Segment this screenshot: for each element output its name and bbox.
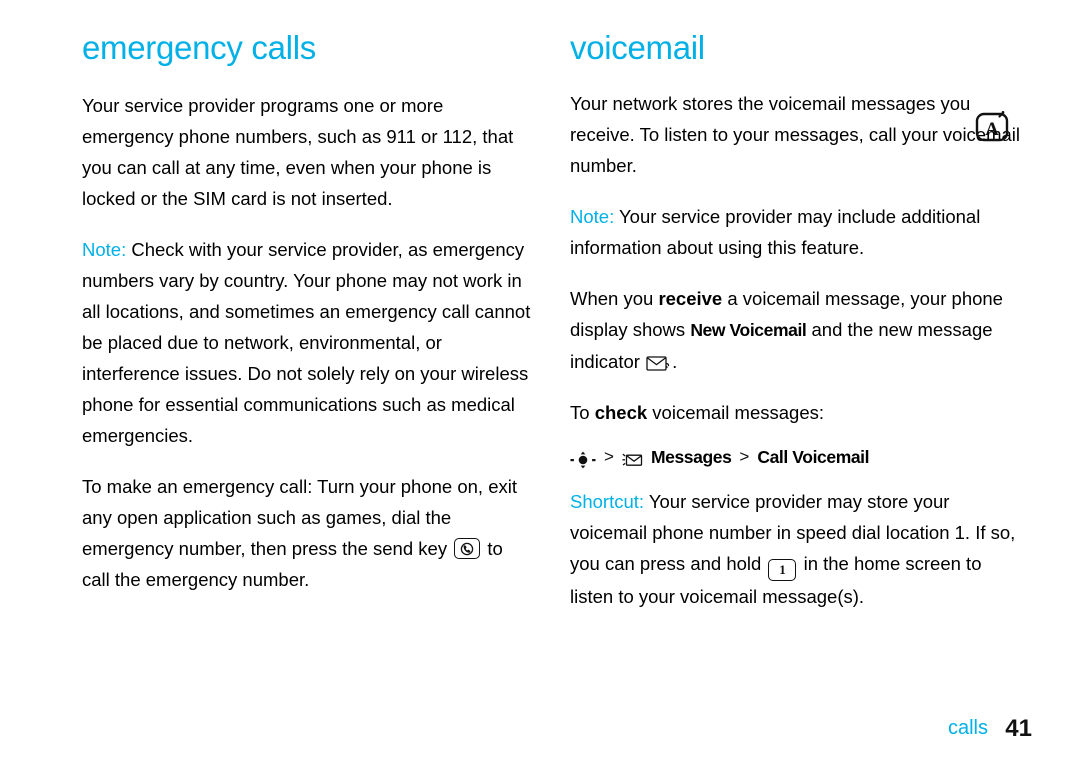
- nav-path-call-voicemail: > Messages > Call Voicemail: [570, 442, 1022, 472]
- paragraph-emergency-numbers: Your service provider programs one or mo…: [82, 90, 534, 214]
- segment-1: To: [570, 402, 595, 424]
- display-text-new-voicemail: New Voicemail: [690, 320, 807, 341]
- envelope-indicator-glyph: [646, 356, 670, 371]
- paragraph-voicemail-intro: Your network stores the voicemail messag…: [570, 88, 1022, 181]
- paragraph-text: Your service provider programs one or mo…: [82, 95, 514, 210]
- paragraph-note-voicemail: Note: Your service provider may include …: [570, 201, 1022, 263]
- paragraph-new-voicemail-indicator: When you receive a voicemail message, yo…: [570, 283, 1022, 377]
- paragraph-text: Your network stores the voicemail messag…: [570, 93, 1021, 177]
- paragraph-text-before-icon: To make an emergency call: Turn your pho…: [82, 476, 517, 560]
- paragraph-make-emergency-call: To make an emergency call: Turn your pho…: [82, 471, 534, 595]
- note-lead: Note:: [570, 206, 615, 228]
- segment-4: .: [672, 351, 678, 373]
- footer-page-number: 41: [1005, 715, 1032, 742]
- send-key-handset-glyph: [460, 542, 474, 556]
- svg-text:A: A: [985, 119, 999, 140]
- send-key-icon: [454, 538, 481, 560]
- nav-separator-1: >: [604, 447, 614, 467]
- paragraph-to-check-voicemail: To check voicemail messages:: [570, 397, 1022, 428]
- manual-page: emergency calls Your service provider pr…: [0, 0, 1080, 766]
- messages-envelope-icon: [622, 448, 644, 467]
- key-1-icon: 1: [768, 559, 797, 582]
- segment-2: voicemail messages:: [647, 402, 824, 424]
- right-column: voicemail Your network stores the voicem…: [570, 29, 1022, 612]
- paragraph-shortcut: Shortcut: Your service provider may stor…: [570, 486, 1022, 612]
- envelope-indicator-icon: [646, 350, 671, 371]
- a-key-tab-icon: A: [974, 108, 1014, 148]
- nav-separator-2: >: [739, 447, 750, 467]
- footer-section-label: calls: [947, 717, 988, 739]
- segment-1: When you: [570, 288, 659, 310]
- joystick-select-glyph: [570, 451, 596, 469]
- bold-check: check: [594, 402, 648, 424]
- page-title-voicemail: voicemail: [570, 29, 705, 66]
- paragraph-text: Check with your service provider, as eme…: [82, 239, 531, 447]
- messages-envelope-glyph: [622, 453, 643, 467]
- shortcut-lead: Shortcut:: [570, 491, 645, 513]
- left-column: emergency calls Your service provider pr…: [82, 29, 534, 595]
- page-title-emergency-calls: emergency calls: [82, 29, 316, 66]
- note-lead: Note:: [82, 239, 127, 261]
- joystick-select-icon: [570, 448, 596, 469]
- bold-receive: receive: [658, 288, 723, 310]
- nav-label-call-voicemail: Call Voicemail: [757, 447, 870, 468]
- paragraph-note-emergency: Note: Check with your service provider, …: [82, 234, 534, 451]
- a-key-tab-glyph: A: [975, 111, 1009, 142]
- nav-label-messages: Messages: [650, 447, 732, 468]
- paragraph-text: Your service provider may include additi…: [570, 206, 981, 259]
- page-footer: calls 41: [0, 696, 1080, 766]
